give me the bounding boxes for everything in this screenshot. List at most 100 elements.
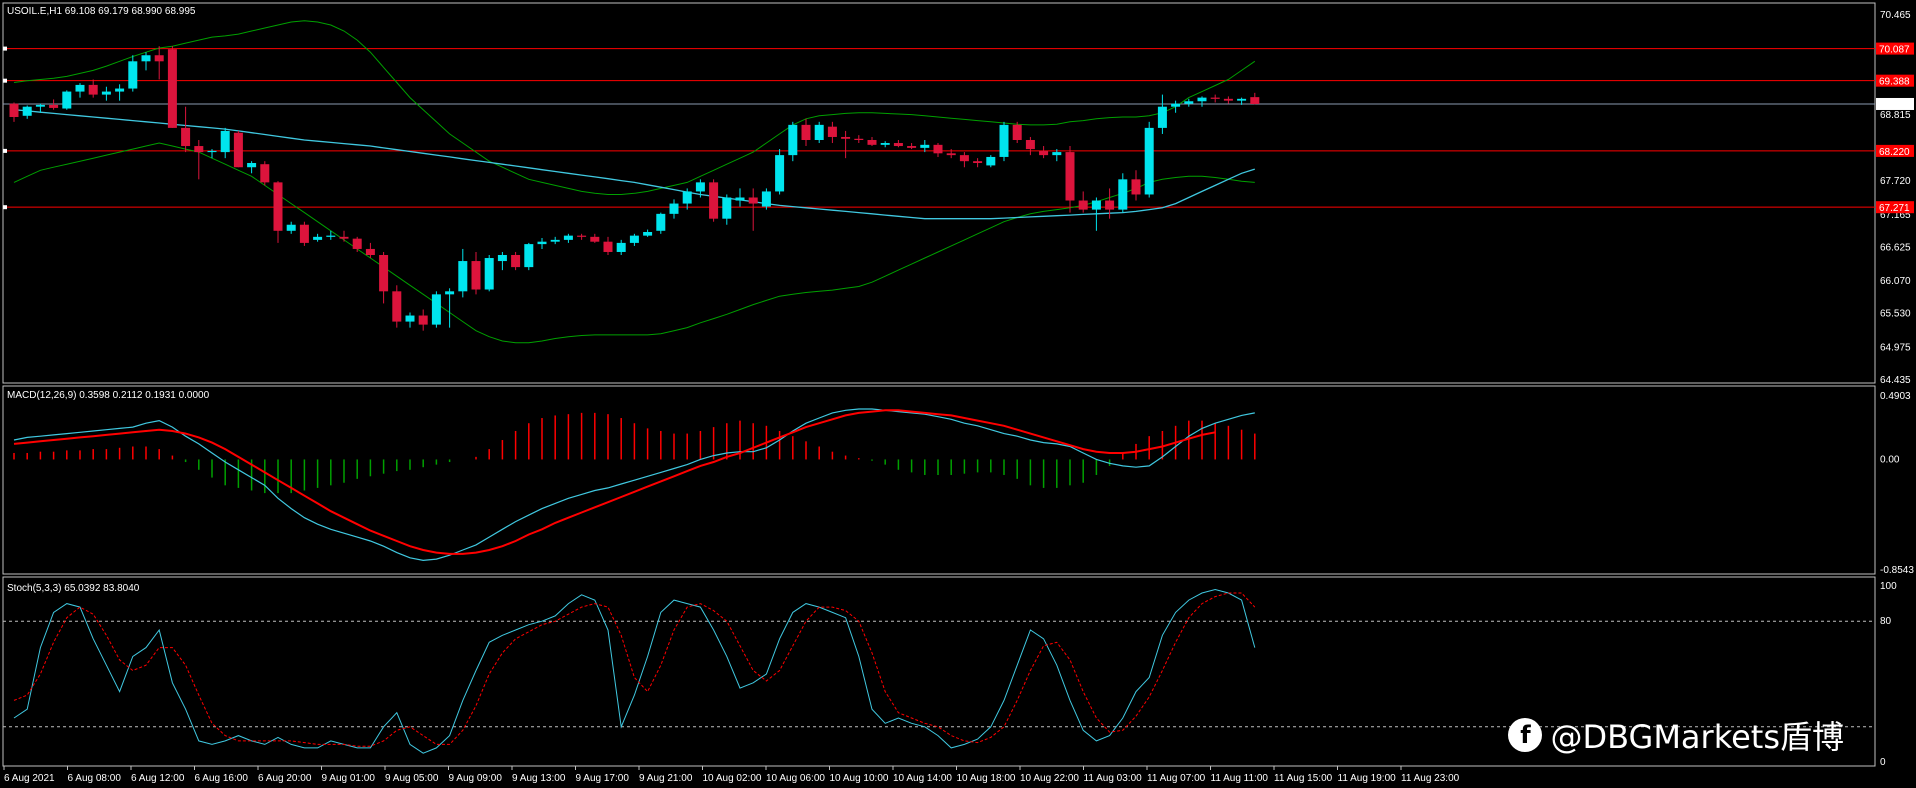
level-price-tag-label: 67.271 (1879, 203, 1910, 214)
price-tick-label: 70.465 (1880, 10, 1911, 21)
candle-body (35, 104, 45, 107)
candle-body (761, 191, 771, 207)
candle-body (1157, 106, 1167, 128)
candle-body (1144, 127, 1154, 195)
candle-body (893, 143, 903, 147)
candle-body (1065, 152, 1075, 201)
candle-body (999, 124, 1009, 157)
time-tick-label: 10 Aug 06:00 (766, 773, 825, 784)
price-tick-label: 64.435 (1880, 375, 1911, 386)
candle-body (233, 132, 243, 168)
candle-body (115, 88, 125, 92)
level-price-tag-label: 68.220 (1879, 147, 1910, 158)
candle-body (313, 236, 323, 240)
price-tick-label: 68.815 (1880, 110, 1911, 121)
candle-body (959, 155, 969, 162)
macd-panel-header: MACD(12,26,9) 0.3598 0.2112 0.1931 0.000… (7, 390, 210, 401)
candle-body (550, 239, 560, 242)
level-price-tag-label: 70.087 (1879, 45, 1910, 56)
candle-body (392, 291, 402, 322)
candle-body (814, 124, 824, 140)
candle-body (471, 261, 481, 290)
time-tick-label: 6 Aug 16:00 (195, 773, 249, 784)
time-tick-label: 10 Aug 02:00 (703, 773, 762, 784)
candle-body (695, 182, 705, 192)
time-tick-label: 10 Aug 10:00 (830, 773, 889, 784)
candle-body (326, 235, 336, 237)
candle-body (141, 55, 151, 62)
level-marker (3, 78, 7, 83)
candle-body (247, 162, 257, 168)
candle-body (75, 84, 85, 92)
macd-tick-label: 0.00 (1880, 454, 1900, 465)
candle-body (643, 232, 653, 236)
candle-body (299, 224, 309, 243)
candle-body (418, 315, 428, 325)
candle-body (1039, 150, 1049, 156)
candle-body (524, 244, 534, 268)
candle-body (207, 150, 217, 153)
candle-body (181, 127, 191, 147)
candle-body (167, 49, 177, 128)
candle-body (484, 258, 494, 290)
time-tick-label: 11 Aug 23:00 (1401, 773, 1460, 784)
candle-body (511, 255, 521, 268)
candle-body (154, 55, 164, 62)
time-tick-label: 6 Aug 08:00 (68, 773, 122, 784)
candle-body (748, 197, 758, 204)
macd-tick-label: 0.4903 (1880, 391, 1911, 402)
candle-body (405, 315, 415, 322)
candle-body (1210, 97, 1220, 99)
main-price-panel[interactable] (2, 2, 1876, 384)
level-marker (3, 46, 7, 51)
candle-body (722, 197, 732, 219)
stoch-panel-header: Stoch(5,3,3) 65.0392 83.8040 (7, 583, 140, 594)
candle-body (365, 248, 375, 256)
time-tick-label: 6 Aug 12:00 (131, 773, 185, 784)
brand-logo-icon: f (1508, 718, 1543, 752)
candle-body (62, 91, 72, 109)
trading-chart[interactable]: 70.46569.91068.81567.72067.16566.62566.0… (0, 0, 1916, 788)
candle-body (603, 241, 613, 252)
candle-body (497, 255, 507, 262)
candle-body (1025, 139, 1035, 150)
candle-body (629, 235, 639, 243)
candle-body (260, 164, 270, 183)
candle-body (445, 291, 455, 295)
level-price-tag-label: 68.995 (1879, 100, 1910, 111)
candle-body (458, 261, 468, 292)
candle-body (709, 182, 719, 219)
price-tick-label: 66.625 (1880, 242, 1911, 253)
candle-body (1091, 200, 1101, 210)
candle-body (841, 136, 851, 139)
candle-body (220, 130, 230, 153)
candle-body (1012, 124, 1022, 140)
candle-body (431, 294, 441, 325)
time-tick-label: 9 Aug 13:00 (512, 773, 566, 784)
level-price-tag-label: 69.388 (1879, 77, 1910, 88)
candle-body (788, 124, 798, 156)
candle-body (1131, 179, 1141, 195)
candle-body (537, 241, 547, 245)
time-tick-label: 9 Aug 21:00 (639, 773, 693, 784)
candle-body (854, 138, 864, 140)
time-tick-label: 11 Aug 03:00 (1084, 773, 1143, 784)
macd-tick-label: -0.8543 (1880, 565, 1914, 576)
candle-body (973, 161, 983, 163)
candle-body (867, 139, 877, 145)
candle-body (101, 91, 111, 95)
stoch-signal-line (13, 592, 1256, 747)
candle-body (682, 191, 692, 204)
candle-body (669, 203, 679, 214)
candle-body (1078, 200, 1088, 210)
candle-body (1237, 98, 1247, 101)
candle-body (49, 104, 59, 108)
price-tick-label: 67.720 (1880, 176, 1911, 187)
time-tick-label: 9 Aug 01:00 (322, 773, 376, 784)
time-tick-label: 9 Aug 05:00 (385, 773, 439, 784)
time-tick-label: 10 Aug 18:00 (957, 773, 1016, 784)
time-tick-label: 6 Aug 2021 (4, 773, 55, 784)
time-tick-label: 11 Aug 11:00 (1211, 773, 1269, 784)
price-tick-label: 64.975 (1880, 342, 1911, 353)
time-tick-label: 11 Aug 07:00 (1147, 773, 1206, 784)
